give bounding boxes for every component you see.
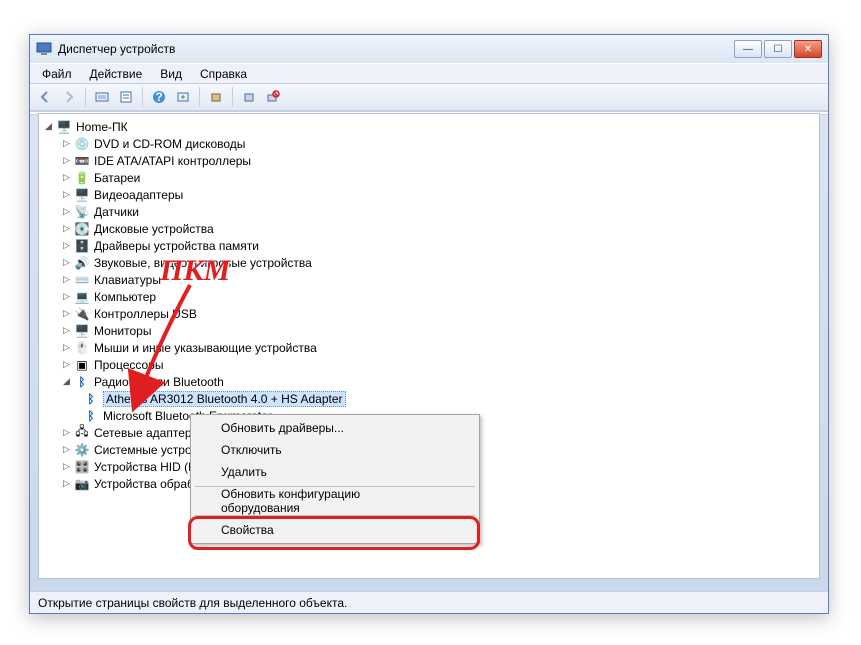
svg-text:?: ? bbox=[155, 90, 162, 104]
ctx-update-drivers[interactable]: Обновить драйверы... bbox=[193, 417, 477, 439]
disk-icon: 💽 bbox=[74, 221, 90, 237]
menu-view[interactable]: Вид bbox=[152, 65, 190, 83]
bluetooth-icon: ᛒ bbox=[74, 374, 90, 390]
video-icon: 🖥️ bbox=[74, 187, 90, 203]
menu-action[interactable]: Действие bbox=[82, 65, 151, 83]
expand-icon[interactable]: ▷ bbox=[61, 478, 72, 489]
tree-bluetooth-group[interactable]: ◢ᛒРадиомодули Bluetooth bbox=[43, 373, 819, 390]
app-icon bbox=[36, 41, 52, 57]
show-hidden-button[interactable] bbox=[91, 86, 113, 108]
expand-icon[interactable]: ▷ bbox=[61, 427, 72, 438]
help-button[interactable]: ? bbox=[148, 86, 170, 108]
menu-help[interactable]: Справка bbox=[192, 65, 255, 83]
hid-icon: 🎛️ bbox=[74, 459, 90, 475]
status-text: Открытие страницы свойств для выделенног… bbox=[38, 596, 347, 610]
net-icon: 🖧 bbox=[74, 425, 90, 441]
tree-item[interactable]: ▷🖥️Мониторы bbox=[43, 322, 819, 339]
ctx-properties[interactable]: Свойства bbox=[193, 519, 477, 541]
statusbar: Открытие страницы свойств для выделенног… bbox=[30, 591, 828, 613]
expand-icon[interactable]: ▷ bbox=[61, 206, 72, 217]
expand-icon[interactable]: ▷ bbox=[61, 325, 72, 336]
keyboard-icon: ⌨️ bbox=[74, 272, 90, 288]
computer-icon: 🖥️ bbox=[56, 119, 72, 135]
tree-item[interactable]: ▷💻Компьютер bbox=[43, 288, 819, 305]
expand-icon[interactable]: ▷ bbox=[61, 240, 72, 251]
monitor-icon: 🖥️ bbox=[74, 323, 90, 339]
expand-icon[interactable]: ▷ bbox=[61, 359, 72, 370]
tree-item[interactable]: ▷▣Процессоры bbox=[43, 356, 819, 373]
expand-icon[interactable]: ▷ bbox=[61, 189, 72, 200]
tree-item[interactable]: ▷🖱️Мыши и иные указывающие устройства bbox=[43, 339, 819, 356]
expand-icon[interactable]: ▷ bbox=[61, 291, 72, 302]
tree-item[interactable]: ▷🖥️Видеоадаптеры bbox=[43, 186, 819, 203]
menu-file[interactable]: Файл bbox=[34, 65, 80, 83]
battery-icon: 🔋 bbox=[74, 170, 90, 186]
expand-icon[interactable]: ▷ bbox=[61, 155, 72, 166]
sys-icon: ⚙️ bbox=[74, 442, 90, 458]
minimize-button[interactable]: — bbox=[734, 40, 762, 58]
ide-icon: 📼 bbox=[74, 153, 90, 169]
collapse-icon[interactable]: ◢ bbox=[61, 376, 72, 387]
bluetooth-icon: ᛒ bbox=[83, 391, 99, 407]
image-icon: 📷 bbox=[74, 476, 90, 492]
toolbar: ? bbox=[30, 83, 828, 111]
tree-item[interactable]: ▷⌨️Клавиатуры bbox=[43, 271, 819, 288]
mouse-icon: 🖱️ bbox=[74, 340, 90, 356]
close-button[interactable]: ✕ bbox=[794, 40, 822, 58]
scan-button[interactable] bbox=[262, 86, 284, 108]
tree-item[interactable]: ▷💽Дисковые устройства bbox=[43, 220, 819, 237]
tree-item[interactable]: ▷🔌Контроллеры USB bbox=[43, 305, 819, 322]
expand-icon[interactable]: ▷ bbox=[61, 172, 72, 183]
pc-icon: 💻 bbox=[74, 289, 90, 305]
memory-icon: 🗄️ bbox=[74, 238, 90, 254]
uninstall-button[interactable] bbox=[238, 86, 260, 108]
expand-icon[interactable]: ▷ bbox=[61, 342, 72, 353]
ctx-separator bbox=[195, 515, 475, 516]
window-title: Диспетчер устройств bbox=[58, 42, 734, 56]
expand-icon[interactable]: ▷ bbox=[61, 444, 72, 455]
tree-item[interactable]: ▷💿DVD и CD-ROM дисководы bbox=[43, 135, 819, 152]
tree-item[interactable]: ▷📼IDE ATA/ATAPI контроллеры bbox=[43, 152, 819, 169]
maximize-button[interactable]: ☐ bbox=[764, 40, 792, 58]
expand-icon[interactable]: ▷ bbox=[61, 274, 72, 285]
context-menu: Обновить драйверы... Отключить Удалить О… bbox=[190, 414, 480, 544]
forward-button[interactable] bbox=[58, 86, 80, 108]
expand-icon[interactable]: ▷ bbox=[61, 257, 72, 268]
ctx-delete[interactable]: Удалить bbox=[193, 461, 477, 483]
action-button[interactable] bbox=[172, 86, 194, 108]
sensor-icon: 📡 bbox=[74, 204, 90, 220]
ctx-disable[interactable]: Отключить bbox=[193, 439, 477, 461]
tree-item[interactable]: ▷📡Датчики bbox=[43, 203, 819, 220]
collapse-icon[interactable]: ◢ bbox=[43, 121, 54, 132]
menubar: Файл Действие Вид Справка bbox=[30, 63, 828, 83]
expand-icon[interactable]: ▷ bbox=[61, 138, 72, 149]
expand-icon[interactable]: ▷ bbox=[61, 461, 72, 472]
update-driver-button[interactable] bbox=[205, 86, 227, 108]
expand-icon[interactable]: ▷ bbox=[61, 308, 72, 319]
properties-button[interactable] bbox=[115, 86, 137, 108]
expand-icon[interactable]: ▷ bbox=[61, 223, 72, 234]
sound-icon: 🔊 bbox=[74, 255, 90, 271]
tree-item[interactable]: ▷🗄️Драйверы устройства памяти bbox=[43, 237, 819, 254]
usb-icon: 🔌 bbox=[74, 306, 90, 322]
cpu-icon: ▣ bbox=[74, 357, 90, 373]
tree-bluetooth-selected[interactable]: ᛒAtheros AR3012 Bluetooth 4.0 + HS Adapt… bbox=[43, 390, 819, 407]
ctx-rescan[interactable]: Обновить конфигурацию оборудования bbox=[193, 490, 477, 512]
back-button[interactable] bbox=[34, 86, 56, 108]
tree-item[interactable]: ▷🔊Звуковые, видео и игровые устройства bbox=[43, 254, 819, 271]
tree-root[interactable]: ◢ 🖥️ Home-ПК bbox=[43, 118, 819, 135]
titlebar[interactable]: Диспетчер устройств — ☐ ✕ bbox=[30, 35, 828, 63]
tree-item[interactable]: ▷🔋Батареи bbox=[43, 169, 819, 186]
disc-icon: 💿 bbox=[74, 136, 90, 152]
